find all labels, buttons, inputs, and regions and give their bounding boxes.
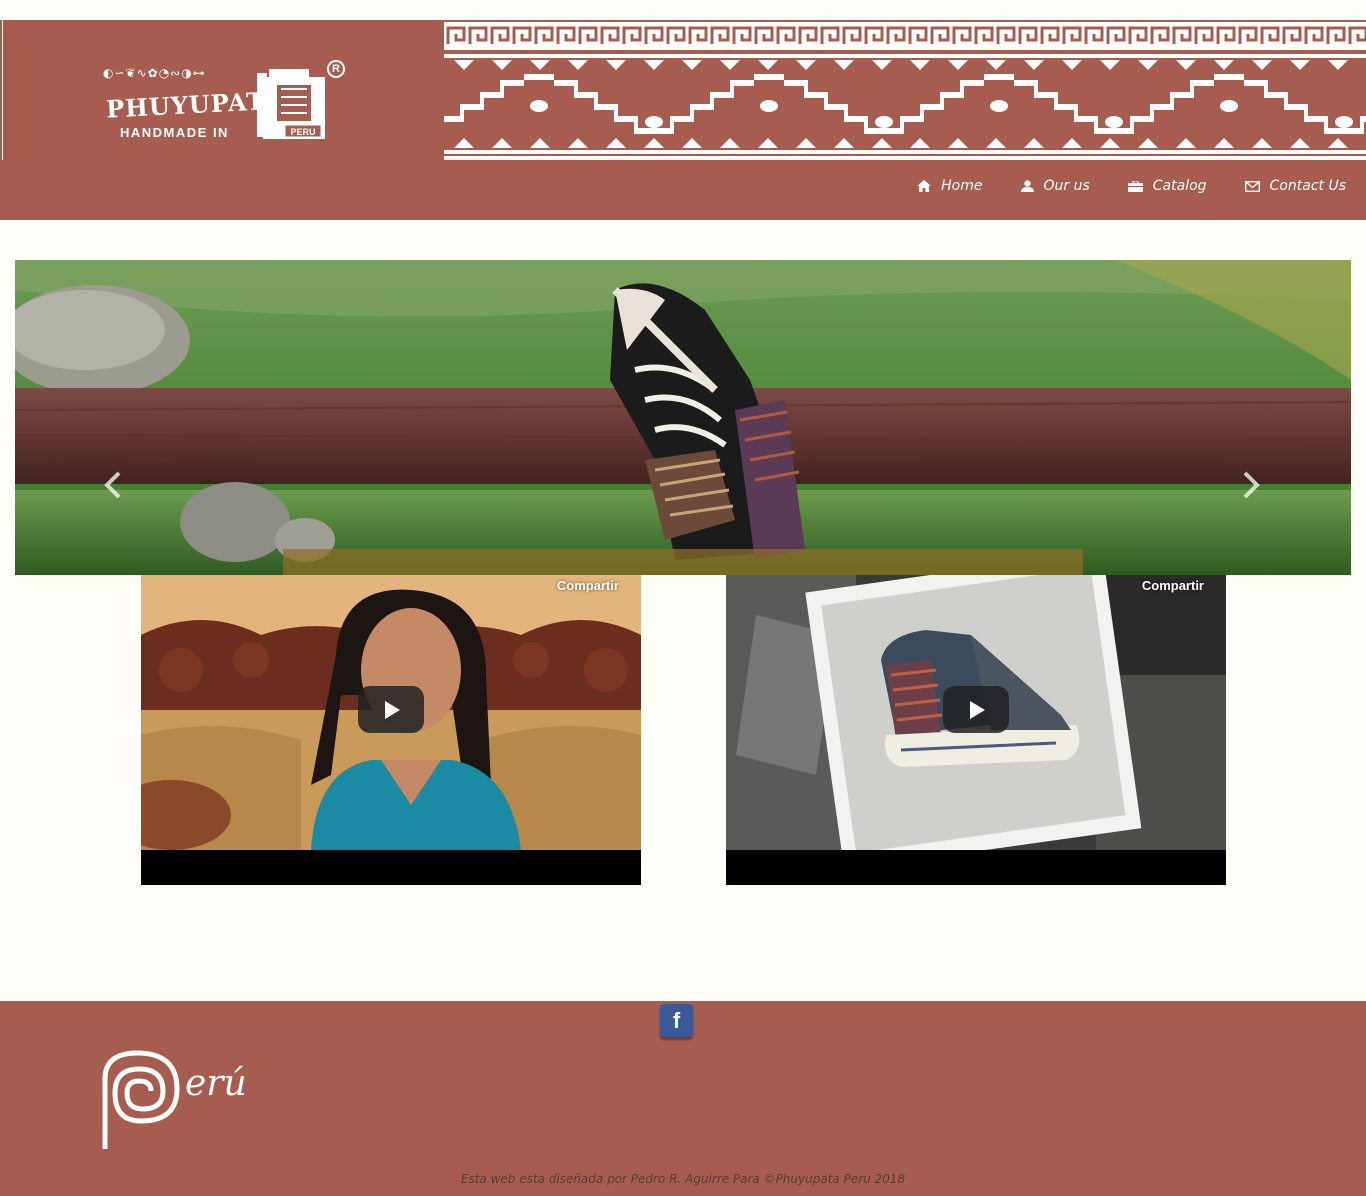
andean-pattern-banner bbox=[444, 22, 1366, 160]
share-button[interactable]: Compartir bbox=[557, 578, 619, 593]
logo-glyph-row: ◐∽❦∿✿◔∾◑⊶ bbox=[103, 66, 206, 80]
footer-credits: Esta web esta diseñada por Pedro R. Agui… bbox=[460, 1172, 906, 1186]
nav-catalog-label: Catalog bbox=[1152, 178, 1207, 194]
hero-carousel[interactable] bbox=[15, 260, 1351, 575]
user-icon bbox=[1020, 180, 1034, 192]
site-header: ◐∽❦∿✿◔∾◑⊶ PHUYUPATA HANDMADE IN PERU R H… bbox=[0, 20, 1366, 220]
nav-contact-label: Contact Us bbox=[1269, 178, 1346, 194]
nav-contact[interactable]: Contact Us bbox=[1244, 178, 1346, 194]
nav-about[interactable]: Our us bbox=[1020, 178, 1090, 194]
registered-mark: R bbox=[327, 60, 345, 78]
carousel-caption-bar bbox=[283, 549, 1083, 575]
brand-tagline: HANDMADE IN bbox=[120, 125, 229, 140]
peru-brand-text: erú bbox=[185, 1063, 247, 1104]
loom-icon: PERU bbox=[257, 69, 325, 139]
envelope-icon bbox=[1244, 180, 1260, 192]
video-embed-1[interactable]: Compartir bbox=[141, 575, 641, 885]
top-strip bbox=[0, 0, 1366, 20]
share-button[interactable]: Compartir bbox=[1142, 578, 1204, 593]
home-icon bbox=[917, 180, 932, 192]
play-icon[interactable] bbox=[943, 686, 1009, 733]
nav-home-label: Home bbox=[941, 178, 983, 194]
nav-about-label: Our us bbox=[1043, 178, 1090, 194]
hero-slide-image bbox=[15, 260, 1351, 575]
peru-brand-spiral-logo bbox=[102, 1050, 180, 1149]
nav-home[interactable]: Home bbox=[917, 178, 983, 194]
video-embed-2[interactable]: Compartir bbox=[726, 575, 1226, 885]
facebook-icon[interactable]: f bbox=[660, 1004, 693, 1037]
nav-catalog[interactable]: Catalog bbox=[1127, 178, 1207, 194]
main-nav: Home Our us Catalog Contact Us bbox=[917, 178, 1346, 194]
briefcase-icon bbox=[1127, 180, 1143, 192]
chevron-left-icon[interactable] bbox=[101, 470, 125, 500]
site-footer: f erú Esta web esta diseñada por Pedro R… bbox=[0, 1001, 1366, 1196]
chevron-right-icon[interactable] bbox=[1239, 470, 1263, 500]
svg-text:PERU: PERU bbox=[290, 127, 315, 137]
play-icon[interactable] bbox=[358, 686, 424, 733]
brand-logo[interactable]: ◐∽❦∿✿◔∾◑⊶ PHUYUPATA HANDMADE IN PERU R bbox=[2, 20, 444, 160]
